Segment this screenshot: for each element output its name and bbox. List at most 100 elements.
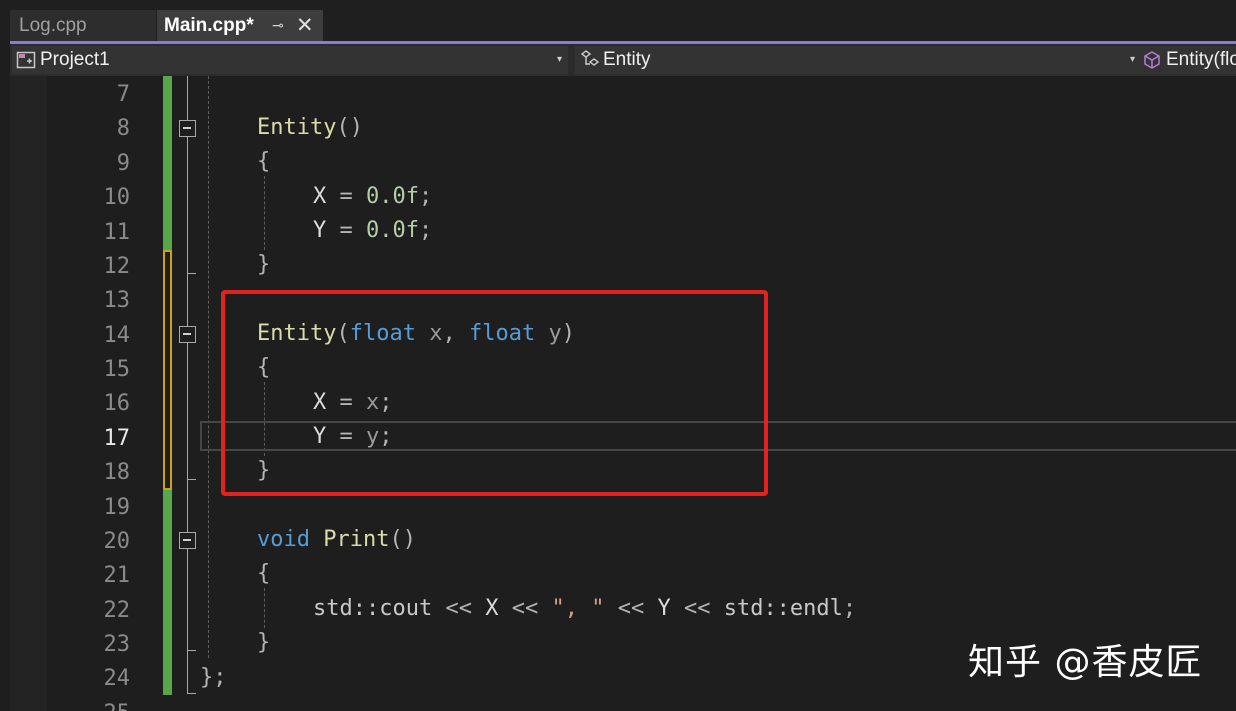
token: Entity	[257, 115, 337, 140]
member-name: Entity(flo	[1166, 49, 1236, 70]
line-number: 16	[103, 391, 131, 416]
tab-log-cpp[interactable]: Log.cpp	[10, 10, 156, 41]
outline-line	[187, 659, 188, 693]
scope-name: Entity	[603, 49, 651, 70]
project-icon	[16, 51, 36, 69]
change-indicator-unsaved	[163, 250, 172, 490]
pin-icon[interactable]: ⊸	[272, 10, 284, 41]
code-line-24[interactable]: };	[200, 661, 227, 695]
token: 0.0f	[366, 184, 419, 209]
token: ;	[418, 218, 433, 243]
project-dropdown[interactable]: Project1 ▾	[12, 46, 568, 74]
token: };	[200, 665, 227, 690]
navigation-bar: Project1 ▾ Entity ▾ Entity(flo	[10, 44, 1236, 76]
token: (	[336, 115, 350, 140]
line-number: 19	[103, 495, 131, 520]
line-number: 21	[103, 563, 131, 588]
collapse-icon[interactable]	[179, 532, 196, 549]
token: X	[485, 596, 499, 621]
method-cube-icon	[1144, 51, 1160, 69]
outline-line	[187, 343, 188, 532]
token: <<	[617, 596, 645, 621]
class-icon	[580, 50, 599, 66]
change-indicator-saved	[163, 490, 172, 695]
watermark: 知乎 @香皮匠	[968, 642, 1203, 683]
token: )	[349, 115, 363, 140]
token: =	[339, 218, 353, 243]
indent-guide	[264, 588, 265, 628]
chevron-down-icon: ▾	[1129, 54, 1135, 65]
token: ;	[842, 596, 857, 621]
line-number-current: 17	[103, 426, 131, 451]
line-number: 10	[103, 185, 131, 210]
indicator-margin	[10, 76, 47, 711]
token: std::endl	[723, 596, 843, 621]
token: Print	[323, 527, 390, 552]
token: <<	[445, 596, 472, 621]
code-line-10[interactable]: X = 0.0f;	[313, 180, 432, 214]
close-icon[interactable]: ✕	[296, 10, 314, 41]
token: (	[389, 527, 403, 552]
outline-line	[187, 137, 188, 326]
collapse-icon[interactable]	[179, 326, 196, 343]
code-line-23[interactable]: }	[257, 626, 270, 660]
code-line-9[interactable]: {	[257, 145, 270, 179]
chevron-down-icon: ▾	[556, 54, 562, 65]
line-number: 12	[103, 254, 131, 279]
line-number: 24	[103, 666, 131, 691]
token: 0.0f	[366, 218, 419, 243]
line-number: 20	[103, 529, 131, 554]
line-number: 8	[116, 116, 130, 141]
token: X	[313, 184, 327, 209]
code-line-20[interactable]: void Print()	[257, 523, 416, 557]
token: =	[339, 184, 353, 209]
document-tab-strip: Log.cpp Main.cpp* ⊸ ✕	[0, 0, 1236, 41]
token: )	[402, 527, 416, 552]
line-number: 15	[103, 357, 131, 382]
indent-guide	[208, 76, 209, 658]
code-line-21[interactable]: {	[257, 557, 270, 591]
line-number: 25	[50, 697, 131, 711]
collapse-icon[interactable]	[179, 120, 196, 137]
outline-line	[187, 76, 188, 120]
outline-end-tick	[187, 650, 196, 651]
line-number: 22	[103, 598, 131, 623]
tab-label: Main.cpp*	[164, 15, 254, 36]
token: std::cout	[313, 596, 433, 621]
code-line-12[interactable]: }	[257, 248, 270, 282]
visual-studio-window: Log.cpp Main.cpp* ⊸ ✕ Project1 ▾ Entity	[0, 0, 1236, 711]
outline-end-tick	[187, 273, 196, 274]
code-line-22[interactable]: std::cout << X << ", " << Y << std::endl…	[313, 592, 856, 626]
outline-end-tick	[187, 693, 196, 694]
code-line-8[interactable]: Entity()	[257, 111, 363, 145]
line-number: 9	[116, 151, 130, 176]
token: Y	[657, 596, 671, 621]
code-editor[interactable]: 7 8 9 10 11 12 13 14 15 16 17 18 19 20 2…	[10, 76, 1236, 711]
indent-guide	[264, 176, 265, 250]
member-dropdown[interactable]: Entity(flo	[1138, 46, 1236, 74]
outline-end-tick	[187, 479, 196, 480]
line-number: 23	[103, 632, 131, 657]
token: <<	[683, 596, 711, 621]
line-number: 11	[103, 220, 131, 245]
line-number: 18	[103, 460, 131, 485]
tab-label: Log.cpp	[19, 15, 87, 36]
token: }	[257, 252, 271, 277]
token: ;	[418, 184, 433, 209]
token: Y	[313, 218, 327, 243]
line-number: 14	[103, 323, 131, 348]
change-indicator-saved	[163, 76, 172, 250]
token: void	[257, 527, 310, 552]
line-number: 13	[103, 288, 131, 313]
token: {	[257, 561, 271, 586]
token: {	[257, 149, 271, 174]
code-line-11[interactable]: Y = 0.0f;	[313, 214, 432, 248]
token: <<	[511, 596, 539, 621]
token: }	[257, 630, 271, 655]
token: ", "	[551, 596, 605, 621]
red-highlight-box	[221, 290, 768, 496]
line-number: 7	[116, 82, 130, 107]
project-name: Project1	[40, 49, 110, 70]
scope-dropdown[interactable]: Entity ▾	[575, 46, 1141, 74]
tab-main-cpp[interactable]: Main.cpp* ⊸ ✕	[157, 10, 323, 41]
